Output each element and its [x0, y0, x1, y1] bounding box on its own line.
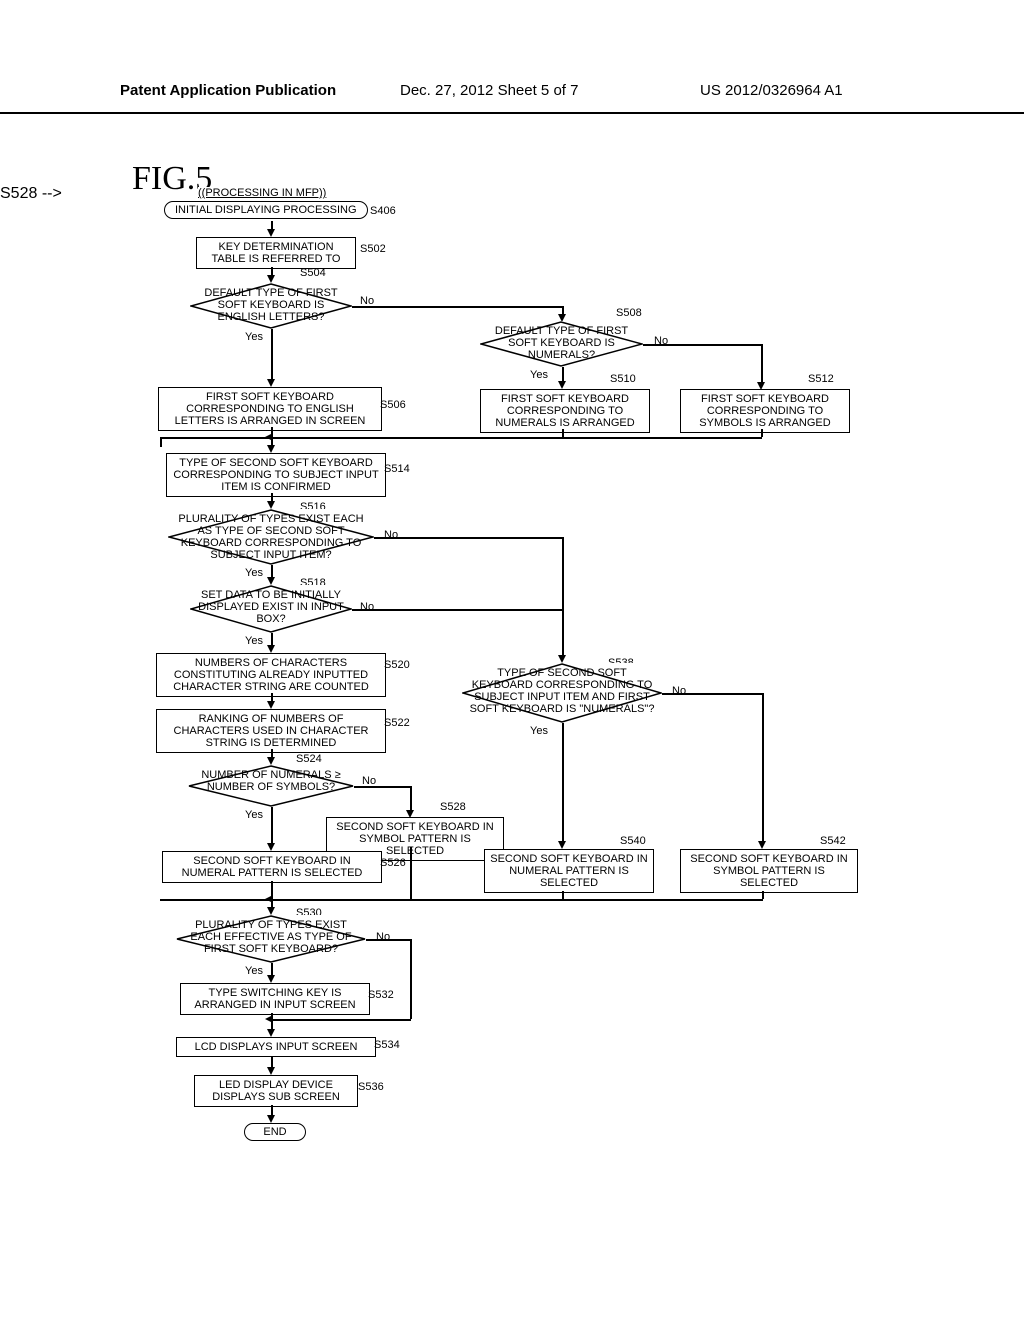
proc-s542: SECOND SOFT KEYBOARD IN SYMBOL PATTERN I…: [680, 849, 858, 893]
proc-s526: SECOND SOFT KEYBOARD IN NUMERAL PATTERN …: [162, 851, 382, 883]
label-yes-s518: Yes: [245, 635, 263, 647]
label-no-s538: No: [672, 685, 686, 697]
label-no-s516: No: [384, 529, 398, 541]
label-yes-s516: Yes: [245, 567, 263, 579]
decision-s530: PLURALITY OF TYPES EXIST EACH EFFECTIVE …: [176, 915, 366, 963]
label-yes-s508: Yes: [530, 369, 548, 381]
step-s522: S522: [384, 717, 410, 729]
proc-s534: LCD DISPLAYS INPUT SCREEN: [176, 1037, 376, 1057]
label-yes-s530: Yes: [245, 965, 263, 977]
flowchart: ((PROCESSING IN MFP)) INITIAL DISPLAYING…: [0, 185, 1024, 1285]
decision-s508: DEFAULT TYPE OF FIRST SOFT KEYBOARD IS N…: [480, 321, 643, 367]
processing-in-mfp-label: ((PROCESSING IN MFP)): [198, 187, 326, 199]
terminal-start: INITIAL DISPLAYING PROCESSING: [164, 201, 368, 219]
proc-s536: LED DISPLAY DEVICE DISPLAYS SUB SCREEN: [194, 1075, 358, 1107]
proc-s522: RANKING OF NUMBERS OF CHARACTERS USED IN…: [156, 709, 386, 753]
step-s514: S514: [384, 463, 410, 475]
header-mid: Dec. 27, 2012 Sheet 5 of 7: [400, 82, 578, 99]
decision-s504: DEFAULT TYPE OF FIRST SOFT KEYBOARD IS E…: [190, 283, 352, 329]
step-s540: S540: [620, 835, 646, 847]
terminal-end: END: [244, 1123, 306, 1141]
decision-s516: PLURALITY OF TYPES EXIST EACH AS TYPE OF…: [168, 509, 374, 565]
step-s528: S528: [440, 801, 466, 813]
label-no-s530: No: [376, 931, 390, 943]
proc-s512: FIRST SOFT KEYBOARD CORRESPONDING TO SYM…: [680, 389, 850, 433]
decision-s518: SET DATA TO BE INITIALLY DISPLAYED EXIST…: [190, 585, 352, 633]
label-yes-s538: Yes: [530, 725, 548, 737]
step-s510: S510: [610, 373, 636, 385]
step-s508: S508: [616, 307, 642, 319]
proc-s502: KEY DETERMINATION TABLE IS REFERRED TO: [196, 237, 356, 269]
step-s502: S502: [360, 243, 386, 255]
step-s536: S536: [358, 1081, 384, 1093]
step-s534: S534: [374, 1039, 400, 1051]
page: Patent Application Publication Dec. 27, …: [0, 0, 1024, 1320]
decision-s538: TYPE OF SECOND SOFT KEYBOARD CORRESPONDI…: [462, 663, 662, 723]
decision-s524: NUMBER OF NUMERALS ≥ NUMBER OF SYMBOLS?: [188, 765, 354, 807]
header-right: US 2012/0326964 A1: [700, 82, 843, 99]
proc-s510: FIRST SOFT KEYBOARD CORRESPONDING TO NUM…: [480, 389, 650, 433]
step-s526: S526: [380, 857, 406, 869]
label-yes-s524: Yes: [245, 809, 263, 821]
proc-s520: NUMBERS OF CHARACTERS CONSTITUTING ALREA…: [156, 653, 386, 697]
label-yes-s504: Yes: [245, 331, 263, 343]
proc-s514: TYPE OF SECOND SOFT KEYBOARD CORRESPONDI…: [166, 453, 386, 497]
step-s406: S406: [370, 205, 396, 217]
proc-s540: SECOND SOFT KEYBOARD IN NUMERAL PATTERN …: [484, 849, 654, 893]
step-s520: S520: [384, 659, 410, 671]
step-s512: S512: [808, 373, 834, 385]
header-left: Patent Application Publication: [120, 82, 336, 99]
step-s504: S504: [300, 267, 326, 279]
step-s542: S542: [820, 835, 846, 847]
page-header: Patent Application Publication Dec. 27, …: [0, 82, 1024, 114]
step-s524: S524: [296, 753, 322, 765]
step-s532: S532: [368, 989, 394, 1001]
proc-s506: FIRST SOFT KEYBOARD CORRESPONDING TO ENG…: [158, 387, 382, 431]
proc-s532: TYPE SWITCHING KEY IS ARRANGED IN INPUT …: [180, 983, 370, 1015]
step-s506: S506: [380, 399, 406, 411]
label-no-s518: No: [360, 601, 374, 613]
